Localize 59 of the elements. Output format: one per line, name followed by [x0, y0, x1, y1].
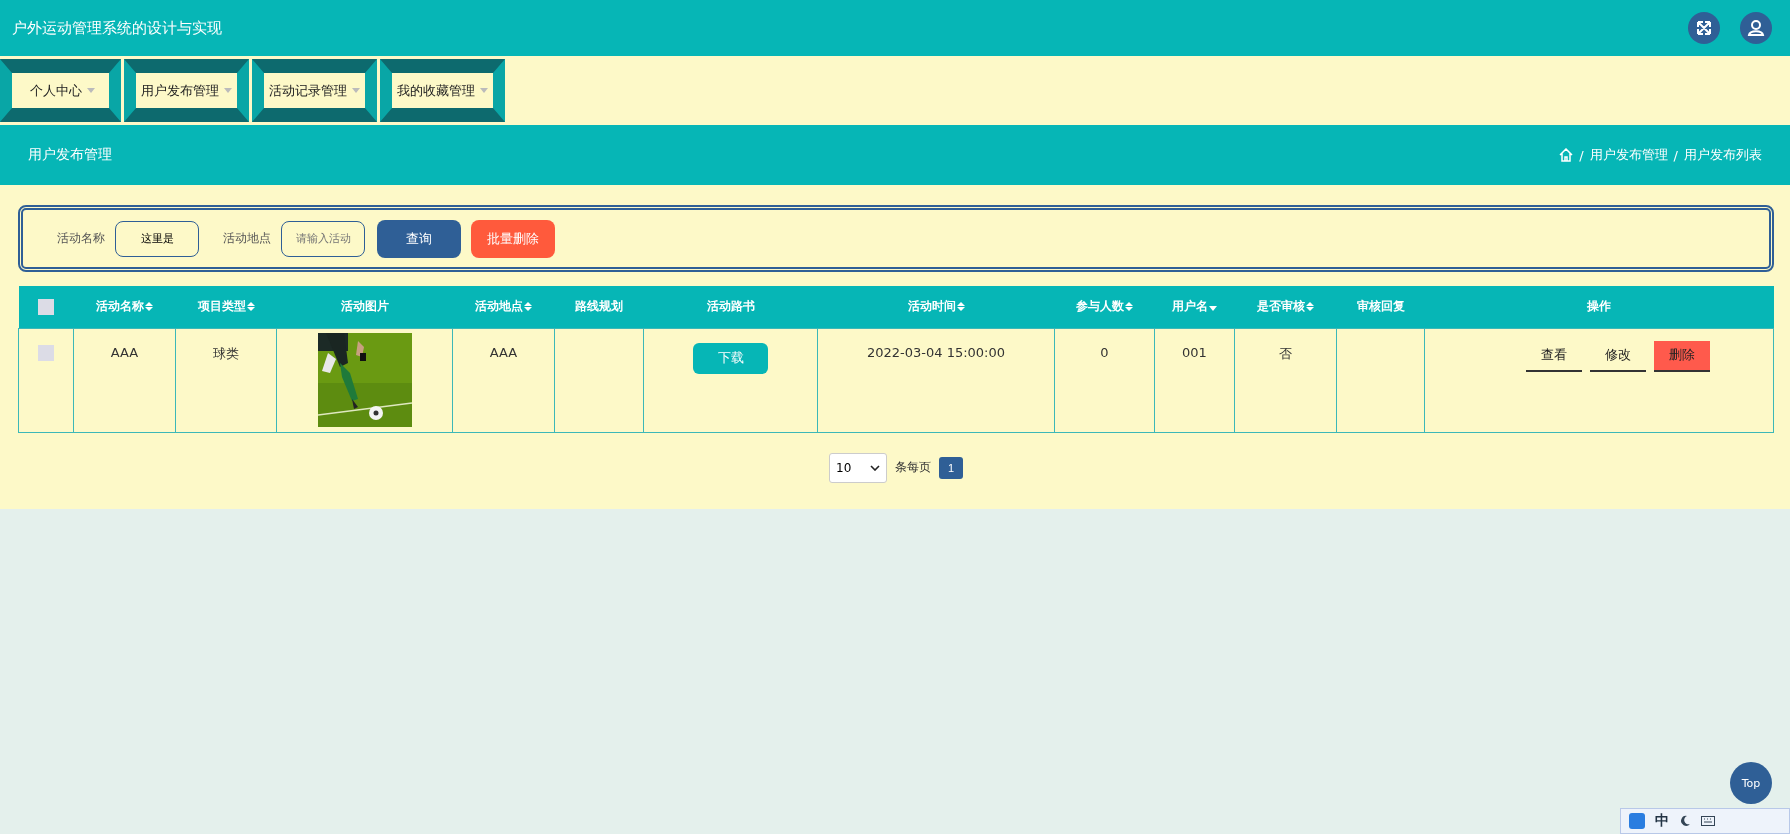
moon-icon[interactable] — [1679, 815, 1691, 827]
field-label: 活动名称 — [57, 230, 105, 247]
home-icon[interactable] — [1559, 148, 1574, 162]
breadcrumb-item[interactable]: 用户发布管理 — [1589, 146, 1668, 164]
edit-button[interactable]: 修改 — [1590, 340, 1646, 372]
table-cell: AAA — [110, 344, 139, 360]
caret-icon — [87, 88, 95, 93]
sort-icon[interactable] — [1125, 302, 1133, 312]
batch-delete-button[interactable]: 批量删除 — [471, 219, 555, 258]
column-header[interactable]: 用户名 — [1172, 298, 1217, 316]
caret-icon — [352, 88, 360, 93]
column-header[interactable]: 操作 — [1587, 298, 1611, 316]
page-title: 用户发布管理 — [28, 146, 112, 164]
page-button[interactable]: 1 — [939, 456, 963, 479]
column-header[interactable]: 审核回复 — [1356, 298, 1405, 316]
field-label: 活动地点 — [223, 230, 271, 247]
caret-icon — [480, 88, 488, 93]
table-cell: 球类 — [213, 345, 239, 361]
column-header[interactable]: 路线规划 — [575, 298, 623, 316]
table-cell: 否 — [1279, 345, 1292, 361]
column-header[interactable]: 参与人数 — [1076, 298, 1133, 316]
table-cell: AAA — [489, 344, 518, 360]
user-icon[interactable] — [1740, 12, 1772, 44]
per-page-label: 条每页 — [895, 459, 931, 476]
ime-logo-icon[interactable] — [1629, 813, 1645, 829]
column-header[interactable]: 活动名称 — [96, 298, 153, 316]
chevron-icon — [870, 464, 880, 471]
query-button[interactable]: 查询 — [377, 219, 461, 258]
sort-icon[interactable] — [246, 302, 255, 312]
caret-icon — [224, 88, 232, 93]
sort-icon[interactable] — [145, 302, 153, 312]
column-header[interactable]: 活动图片 — [340, 298, 389, 316]
sort-icon[interactable] — [956, 302, 965, 312]
search-field[interactable]: 请输入活动 — [281, 220, 365, 257]
table-cell: 0 — [1100, 344, 1109, 360]
column-header[interactable]: 活动路书 — [706, 298, 755, 316]
column-header[interactable]: 项目类型 — [197, 298, 255, 316]
column-header[interactable]: 是否审核 — [1257, 298, 1314, 316]
sort-icon[interactable] — [524, 302, 532, 312]
page-size-select[interactable]: 10 — [829, 452, 887, 483]
ime-mode-toggle[interactable]: 中 — [1655, 812, 1669, 830]
search-field[interactable]: 这里是 — [115, 220, 199, 257]
breadcrumb-separator: / — [1673, 147, 1678, 163]
breadcrumb-item[interactable]: 用户发布列表 — [1684, 146, 1762, 164]
table-cell: 2022-03-04 15:00:00 — [866, 344, 1006, 360]
keyboard-icon[interactable] — [1701, 816, 1715, 826]
column-header[interactable]: 活动地点 — [475, 298, 532, 316]
column-header[interactable]: 活动时间 — [907, 298, 965, 316]
delete-button[interactable]: 删除 — [1654, 340, 1710, 372]
select-all-checkbox[interactable] — [38, 298, 54, 315]
row-checkbox[interactable] — [38, 345, 54, 361]
fullscreen-icon[interactable] — [1688, 12, 1720, 44]
system-title: 户外运动管理系统的设计与实现 — [12, 18, 222, 38]
view-button[interactable]: 查看 — [1526, 340, 1582, 372]
sort-icon[interactable] — [1306, 302, 1314, 312]
download-button[interactable]: 下载 — [693, 342, 768, 374]
table-cell: 001 — [1182, 344, 1207, 360]
back-to-top-button[interactable]: Top — [1730, 762, 1772, 804]
breadcrumb-separator: / — [1579, 147, 1584, 163]
